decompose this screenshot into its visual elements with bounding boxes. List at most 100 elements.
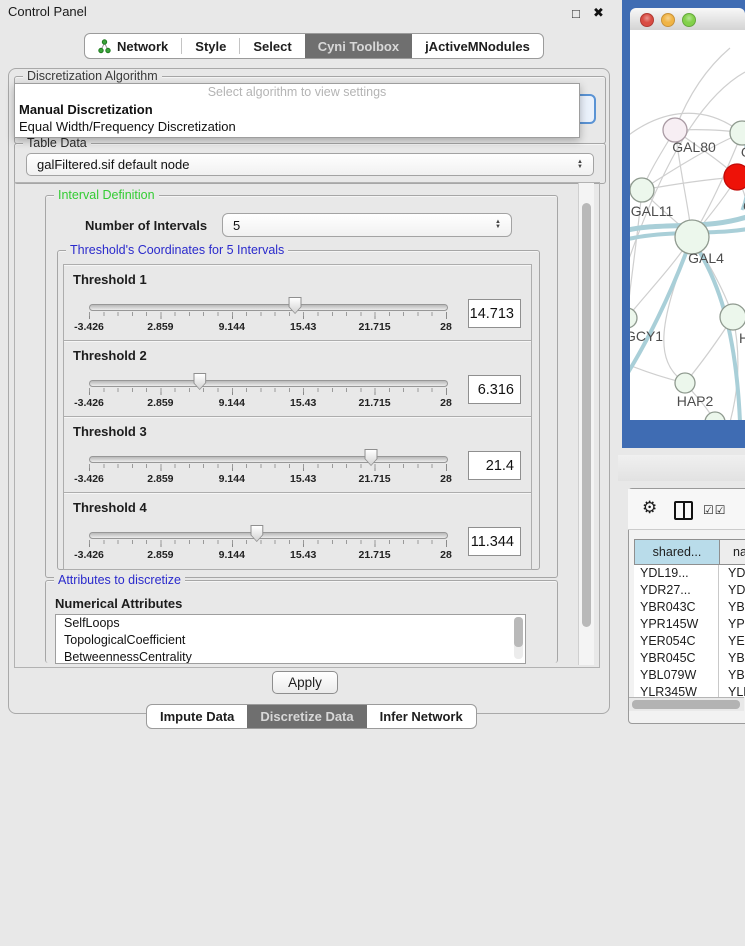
table-row[interactable]: YLR345WYLR3 (634, 684, 745, 697)
table-row[interactable]: YBR043CYBR0 (634, 599, 745, 616)
slider-track[interactable] (89, 304, 448, 311)
attributes-list-scrollbar-thumb[interactable] (514, 617, 523, 647)
network-view-canvas[interactable]: GAL80GACGAL11GAL4GCY1HHAP2 (630, 30, 745, 420)
network-node-gal4[interactable] (675, 220, 709, 254)
close-window-icon[interactable]: ✖ (593, 5, 604, 21)
table-row[interactable]: YBL079WYBL0 (634, 667, 745, 684)
numerical-attributes-list[interactable]: SelfLoopsTopologicalCoefficientBetweenne… (55, 614, 526, 664)
attribute-list-item[interactable]: BetweennessCentrality (56, 649, 525, 664)
slider-thumb[interactable] (193, 373, 206, 390)
number-of-intervals-combobox[interactable]: 5 ▲▼ (222, 213, 512, 237)
cell-shared-name: YLR345W (634, 684, 722, 697)
tab-label: Cyni Toolbox (318, 39, 399, 54)
threshold-slider[interactable]: -3.4262.8599.14415.4321.71528 (89, 530, 446, 564)
cell-name: YER0 (722, 633, 745, 650)
slider-thumb[interactable] (289, 297, 302, 314)
slider-thumb-face (194, 374, 205, 389)
threshold-slider[interactable]: -3.4262.8599.14415.4321.71528 (89, 378, 446, 412)
network-node-label: GAL11 (631, 203, 674, 219)
threshold-panel: Threshold 4-3.4262.8599.14415.4321.71528 (63, 492, 532, 570)
table-header-name[interactable]: na (719, 539, 745, 565)
threshold-label: Threshold 1 (73, 272, 147, 287)
cell-shared-name: YDL19... (634, 565, 722, 582)
network-node-h[interactable] (720, 304, 745, 330)
network-edge-thick[interactable] (630, 242, 690, 382)
settings-scrollbar-thumb[interactable] (582, 203, 591, 627)
cell-name: YBR0 (722, 599, 745, 616)
table-row[interactable]: YDR27...YDR2 (634, 582, 745, 599)
threshold-value-input[interactable] (468, 451, 521, 480)
threshold-value-input[interactable] (468, 375, 521, 404)
network-node-hap2[interactable] (675, 373, 695, 393)
tab-network[interactable]: Network (85, 34, 181, 58)
tab-discretize-data[interactable]: Discretize Data (247, 705, 366, 728)
top-tab-bar: Network Style Select Cyni Toolbox jActiveMNo… (84, 33, 544, 59)
slider-track[interactable] (89, 456, 448, 463)
network-node-c[interactable] (724, 164, 745, 190)
tab-infer-network[interactable]: Infer Network (367, 705, 476, 728)
table-row[interactable]: YBR045CYBR0 (634, 650, 745, 667)
threshold-value-input[interactable] (468, 299, 521, 328)
attribute-list-item[interactable]: TopologicalCoefficient (56, 632, 525, 649)
slider-track[interactable] (89, 532, 448, 539)
attribute-list-item[interactable]: SelfLoops (56, 615, 525, 632)
float-window-icon[interactable]: □ (572, 6, 580, 21)
cell-name: YLR3 (722, 684, 745, 697)
tab-label: Style (195, 39, 226, 54)
tab-cyni-toolbox[interactable]: Cyni Toolbox (305, 34, 412, 58)
tick-label: 9.144 (219, 397, 245, 409)
network-node-label: H (739, 330, 745, 346)
table-horizontal-scrollbar[interactable] (629, 697, 744, 711)
threshold-label: Threshold 2 (73, 348, 147, 363)
table-horizontal-scrollbar-thumb[interactable] (632, 700, 740, 709)
settings-vertical-scrollbar[interactable] (578, 183, 594, 665)
algorithm-option[interactable]: Manual Discretization (15, 101, 579, 118)
tab-select[interactable]: Select (240, 34, 304, 58)
zoom-traffic-light[interactable] (682, 13, 696, 27)
threshold-slider[interactable]: -3.4262.8599.14415.4321.71528 (89, 302, 446, 336)
table-row[interactable]: YDL19...YDL1 (634, 565, 745, 582)
tab-label: Network (117, 39, 168, 54)
table-row[interactable]: YER054CYER0 (634, 633, 745, 650)
slider-tick-labels: -3.4262.8599.14415.4321.71528 (89, 473, 446, 485)
cell-name: YPR1 (722, 616, 745, 633)
tab-jactivemnodules[interactable]: jActiveMNodules (412, 34, 543, 58)
tick-label: 9.144 (219, 321, 245, 333)
tab-label: Impute Data (160, 709, 234, 724)
threshold-label: Threshold 3 (73, 424, 147, 439)
network-node-gal11[interactable] (630, 178, 654, 202)
gear-icon[interactable]: ⚙ (642, 498, 657, 518)
slider-thumb[interactable] (250, 525, 263, 542)
attributes-group-title: Attributes to discretize (54, 573, 185, 587)
network-node[interactable] (705, 412, 725, 420)
slider-thumb[interactable] (365, 449, 378, 466)
network-node-ga[interactable] (730, 121, 745, 145)
table-data-combobox[interactable]: galFiltered.sif default node ▲▼ (26, 153, 594, 176)
close-traffic-light[interactable] (640, 13, 654, 27)
tick-label: -3.426 (74, 321, 104, 333)
threshold-slider[interactable]: -3.4262.8599.14415.4321.71528 (89, 454, 446, 488)
table-row[interactable]: YPR145WYPR1 (634, 616, 745, 633)
tick-label: 21.715 (359, 549, 391, 561)
network-window-titlebar[interactable] (630, 8, 745, 31)
tick-label: -3.426 (74, 549, 104, 561)
tick-label: 2.859 (147, 473, 173, 485)
threshold-panel: Threshold 1 -3.4262.8599.14415.4321.71528 (63, 264, 532, 342)
attributes-list-scrollbar[interactable] (514, 617, 523, 659)
network-node-gcy1[interactable] (630, 308, 637, 328)
checkbox-columns-icon[interactable]: ☑☑ (703, 503, 727, 517)
cell-name: YDL1 (722, 565, 745, 582)
algorithm-option[interactable]: Equal Width/Frequency Discretization (15, 118, 579, 135)
table-header-shared-name[interactable]: shared... (634, 539, 720, 565)
tab-impute-data[interactable]: Impute Data (147, 705, 247, 728)
threshold-value-input[interactable] (468, 527, 521, 556)
slider-tick-labels: -3.4262.8599.14415.4321.71528 (89, 549, 446, 561)
apply-button[interactable]: Apply (272, 671, 338, 694)
slider-thumb-face (290, 298, 301, 313)
slider-minor-ticks (89, 388, 446, 392)
tab-style[interactable]: Style (182, 34, 239, 58)
split-columns-icon[interactable] (674, 501, 693, 520)
table-data-group-title: Table Data (23, 136, 91, 150)
slider-track[interactable] (89, 380, 448, 387)
minimize-traffic-light[interactable] (661, 13, 675, 27)
